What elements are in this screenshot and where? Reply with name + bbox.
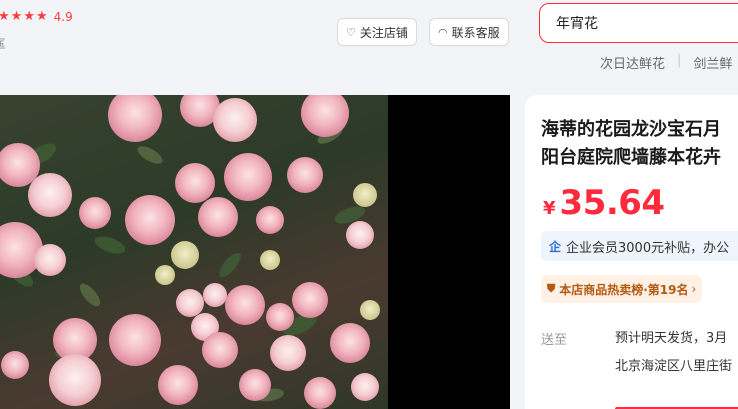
delivery-estimate: 预计明天发货，3月 [615, 331, 728, 346]
follow-shop-label: 关注店铺 [359, 25, 408, 40]
product-title-line2: 阳台庭院爬墙藤本花卉 [541, 147, 721, 168]
product-info-panel: 海蒂的花园龙沙宝石月 阳台庭院爬墙藤本花卉 ¥ 35.64 企 企业会员3000… [525, 95, 738, 409]
star-icon: ★ [0, 9, 10, 24]
hot-search-words: 次日达鲜花 | 剑兰鲜 [600, 53, 738, 72]
star-icon: ★ [23, 9, 35, 24]
enterprise-icon: 企 [549, 239, 562, 254]
hot-word-link[interactable]: 次日达鲜花 [600, 53, 665, 72]
ship-to-label: 送至 [541, 333, 568, 348]
star-icon: ★ [10, 9, 23, 24]
heart-icon: ♡ [346, 25, 356, 39]
half-star-icon: ★ [35, 9, 48, 24]
product-main-image[interactable] [0, 95, 388, 409]
hot-rank-badge[interactable]: ⛊ 本店商品热卖榜·第19名 › [541, 275, 703, 303]
hot-word-link[interactable]: 剑兰鲜 [693, 53, 732, 72]
product-title-line1: 海蒂的花园龙沙宝石月 [541, 119, 721, 140]
enterprise-promo-banner[interactable]: 企 企业会员3000元补贴，办公 [541, 231, 738, 261]
chevron-right-icon: › [691, 282, 697, 296]
follow-shop-button[interactable]: ♡ 关注店铺 [337, 18, 417, 46]
shop-subtitle: 匤 [0, 37, 7, 51]
currency-symbol: ¥ [543, 198, 556, 219]
product-title: 海蒂的花园龙沙宝石月 阳台庭院爬墙藤本花卉 [541, 116, 738, 172]
price-value: 35.64 [559, 183, 666, 223]
headset-icon: ◠ [438, 25, 448, 39]
promo-text: 企业会员3000元补贴，办公 [566, 240, 730, 256]
divider: | [677, 53, 682, 68]
shield-icon: ⛊ [547, 282, 556, 295]
product-gallery[interactable] [0, 95, 510, 409]
shop-rating: ★ ★ ★ ★ 4.9 [0, 9, 73, 25]
search-input-value: 年宵花 [556, 16, 598, 32]
contact-service-label: 联系客服 [451, 25, 500, 40]
contact-service-button[interactable]: ◠ 联系客服 [429, 18, 509, 46]
rose-photo-illustration [0, 95, 380, 409]
delivery-address[interactable]: 北京海淀区八里庄街 [615, 355, 732, 374]
search-input[interactable]: 年宵花 [539, 3, 738, 43]
rating-value: 4.9 [53, 10, 73, 24]
product-price: ¥ 35.64 [543, 183, 665, 223]
rank-text: 本店商品热卖榜·第19名 [559, 282, 689, 297]
